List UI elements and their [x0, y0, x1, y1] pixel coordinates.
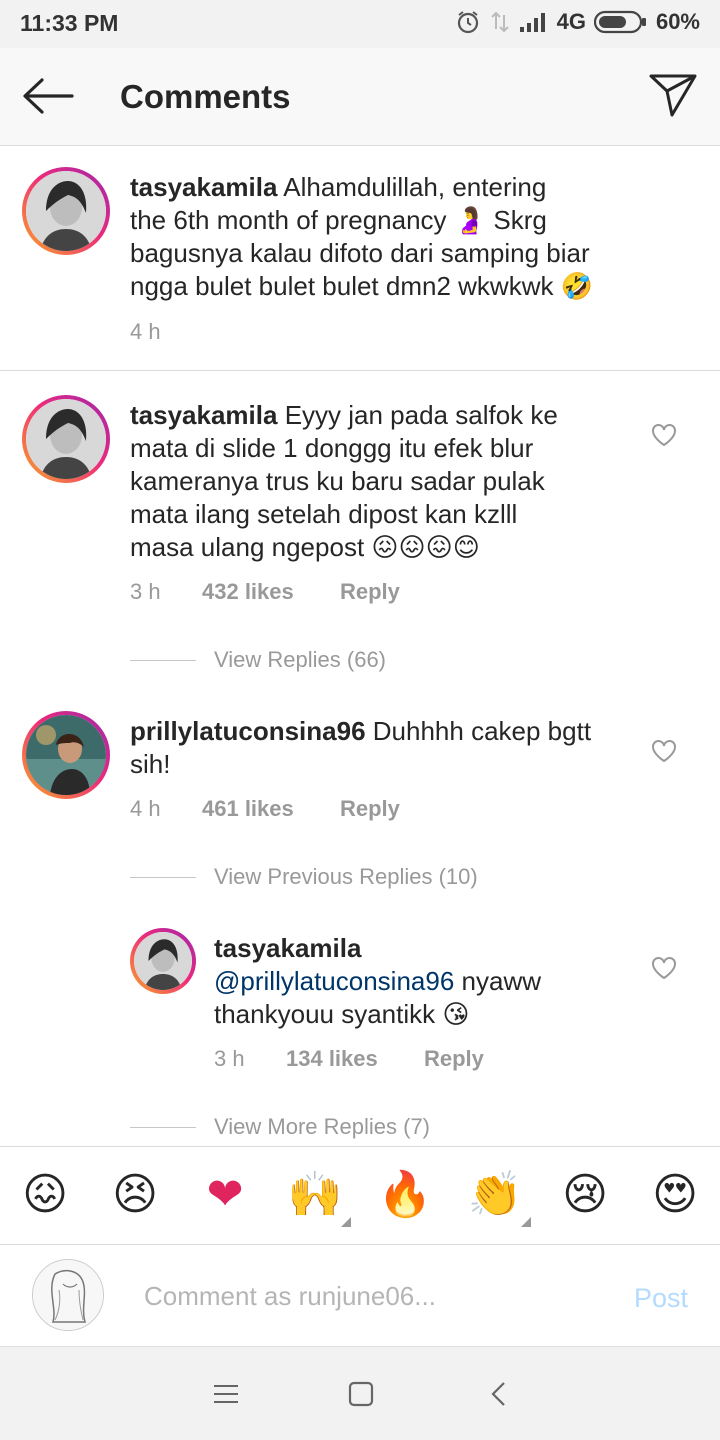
view-more-replies-label: View More Replies (7) [214, 1114, 431, 1139]
battery-level: 60% [655, 9, 700, 34]
skin-tone-indicator [521, 1217, 531, 1227]
caption-meta: 4 h [130, 319, 202, 345]
avatar[interactable] [22, 395, 110, 483]
emoji-button[interactable]: ❤ [197, 1167, 253, 1223]
comment-line: mata ilang setelah dipost kan kzlll [130, 499, 518, 529]
emoji-button[interactable]: 😖 [17, 1167, 73, 1223]
reply-line: thankyouu syantikk 😘 [214, 999, 470, 1029]
alarm-icon [455, 9, 481, 35]
comment-text: prillylatuconsina96 Duhhhh cakep bgtt si… [130, 715, 630, 781]
emoji-button[interactable]: 🙌 [287, 1167, 351, 1227]
reply-button[interactable]: Reply [340, 579, 400, 605]
emoji-button[interactable]: 👏 [467, 1167, 531, 1227]
avatar[interactable] [22, 167, 110, 255]
comment-line: masa ulang ngepost 😖😖😖😊 [130, 532, 480, 562]
caption-time: 4 h [130, 319, 161, 344]
reply-time: 3 h [214, 1046, 245, 1071]
emoji-glyph: 👏 [467, 1170, 523, 1219]
network-type: 4G [556, 9, 586, 34]
comment-username[interactable]: prillylatuconsina96 [130, 716, 366, 746]
heart-icon[interactable] [651, 423, 677, 447]
comment-line: Duhhhh cakep bgtt [372, 716, 592, 746]
arrow-left-icon [23, 78, 74, 114]
skin-tone-indicator [341, 1217, 351, 1227]
reply-button[interactable]: Reply [340, 796, 400, 822]
caption-line: bagusnya kalau difoto dari samping biar [130, 238, 590, 268]
comment-composer: Post [0, 1244, 720, 1346]
reply-line: nyaww [454, 966, 541, 996]
emoji-glyph: 🙌 [287, 1170, 343, 1219]
menu-icon[interactable] [211, 1379, 241, 1409]
mention-link[interactable]: @prillylatuconsina96 [214, 966, 454, 996]
emoji-quick-bar: 😖 😣 ❤ 🙌 🔥 👏 😢 😍 [0, 1146, 720, 1244]
heart-icon[interactable] [651, 956, 677, 980]
caption-line: the 6th month of pregnancy 🤰 Skrg [130, 205, 547, 235]
like-count[interactable]: 461 likes [202, 796, 340, 822]
caption-username[interactable]: tasyakamila [130, 172, 277, 202]
emoji-button[interactable]: 😣 [107, 1167, 163, 1223]
share-button[interactable] [648, 72, 698, 118]
view-previous-replies-link[interactable]: View Previous Replies (10) [130, 864, 478, 890]
page-title: Comments [120, 78, 291, 115]
divider [130, 876, 196, 878]
status-bar: 11:33 PM 4G 60% [0, 0, 720, 48]
view-replies-label: View Replies (66) [214, 647, 387, 672]
comment-username[interactable]: tasyakamila [130, 400, 277, 430]
reply-meta: 3 h 134 likes Reply [214, 1046, 484, 1072]
divider [130, 1126, 196, 1128]
like-count[interactable]: 134 likes [286, 1046, 424, 1072]
view-previous-replies-label: View Previous Replies (10) [214, 864, 478, 889]
comment-line: kameranya trus ku baru sadar pulak [130, 466, 545, 496]
like-count[interactable]: 432 likes [202, 579, 340, 605]
paper-plane-icon [649, 74, 697, 117]
reply-username[interactable]: tasyakamila [214, 933, 361, 963]
system-nav-bar [0, 1346, 720, 1440]
view-more-replies-link[interactable]: View More Replies (7) [130, 1114, 430, 1140]
caption-text: tasyakamila Alhamdulillah, entering the … [130, 171, 650, 303]
avatar [32, 1259, 104, 1331]
comment-line: mata di slide 1 donggg itu efek blur [130, 433, 534, 463]
battery-icon [593, 10, 648, 34]
comment-meta: 4 h 461 likes Reply [130, 796, 400, 822]
home-square-icon[interactable] [346, 1379, 376, 1409]
reply-text: tasyakamila @prillylatuconsina96 nyaww t… [214, 932, 634, 1031]
comment-time: 4 h [130, 796, 161, 821]
comments-list[interactable]: tasyakamila Alhamdulillah, entering the … [0, 147, 720, 1145]
avatar[interactable] [130, 928, 196, 994]
caption-line: ngga bulet bulet bulet dmn2 wkwkwk 🤣 [130, 271, 594, 301]
heart-icon[interactable] [651, 739, 677, 763]
signal-icon [519, 11, 549, 33]
emoji-button[interactable]: 😢 [557, 1167, 613, 1223]
emoji-button[interactable]: 🔥 [377, 1167, 433, 1223]
view-replies-link[interactable]: View Replies (66) [130, 647, 386, 673]
reply-button[interactable]: Reply [424, 1046, 484, 1072]
comment-line: sih! [130, 749, 171, 779]
emoji-button[interactable]: 😍 [647, 1167, 703, 1223]
status-time: 11:33 PM [20, 10, 119, 36]
back-button[interactable] [20, 76, 76, 116]
back-triangle-icon[interactable] [484, 1379, 514, 1409]
caption-line: Alhamdulillah, entering [283, 172, 547, 202]
comment-meta: 3 h 432 likes Reply [130, 579, 400, 605]
comment-text: tasyakamila Eyyy jan pada salfok ke mata… [130, 399, 630, 564]
comment-line: Eyyy jan pada salfok ke [284, 400, 558, 430]
post-button[interactable]: Post [634, 1283, 688, 1314]
comment-time: 3 h [130, 579, 161, 604]
divider [0, 370, 720, 371]
comments-header: Comments [0, 48, 720, 146]
comment-input[interactable] [144, 1279, 564, 1313]
divider [130, 659, 196, 661]
avatar[interactable] [22, 711, 110, 799]
data-transfer-icon [489, 10, 511, 34]
